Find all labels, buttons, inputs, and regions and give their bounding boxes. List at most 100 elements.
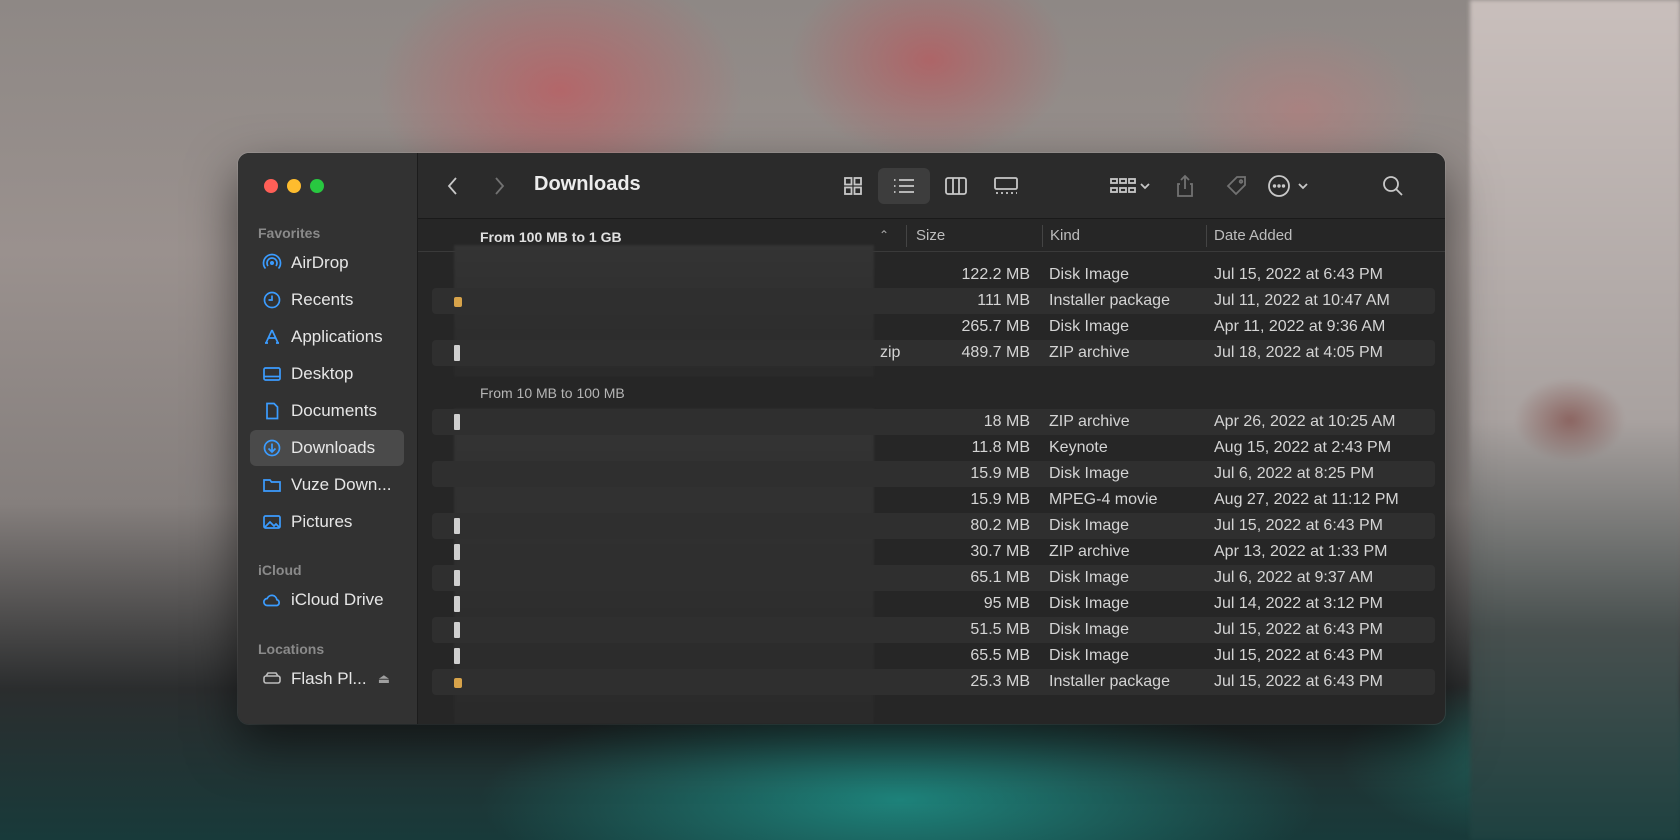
file-row[interactable]: zip 489.7 MB ZIP archive Jul 18, 2022 at… bbox=[432, 340, 1435, 366]
file-size: 25.3 MB bbox=[970, 673, 1030, 690]
zoom-window-button[interactable] bbox=[310, 179, 324, 193]
eject-icon[interactable]: ⏏ bbox=[378, 671, 390, 687]
sidebar-item-label: iCloud Drive bbox=[291, 590, 384, 609]
file-kind: Keynote bbox=[1049, 439, 1108, 456]
sidebar-item-flash-player[interactable]: Flash Pl... ⏏ bbox=[250, 661, 404, 697]
clock-icon bbox=[260, 290, 284, 310]
file-size: 15.9 MB bbox=[970, 465, 1030, 482]
file-size: 18 MB bbox=[983, 413, 1030, 430]
sidebar-item-label: Applications bbox=[291, 327, 383, 346]
icon-view-button[interactable] bbox=[836, 169, 870, 203]
sidebar-item-applications[interactable]: Applications bbox=[250, 319, 404, 355]
gallery-view-button[interactable] bbox=[988, 169, 1024, 203]
tag-button[interactable] bbox=[1222, 169, 1252, 203]
tag-icon bbox=[1226, 176, 1246, 196]
file-row[interactable]: 95 MB Disk Image Jul 14, 2022 at 3:12 PM bbox=[432, 591, 1435, 617]
cloud-icon bbox=[260, 590, 284, 610]
file-date: Aug 15, 2022 at 2:43 PM bbox=[1214, 439, 1392, 456]
file-kind: ZIP archive bbox=[1049, 344, 1130, 361]
file-date: Jul 14, 2022 at 3:12 PM bbox=[1214, 595, 1383, 612]
kind-column-header[interactable]: Kind bbox=[1050, 227, 1080, 244]
file-date: Jul 15, 2022 at 6:43 PM bbox=[1214, 647, 1383, 664]
file-date: Apr 11, 2022 at 9:36 AM bbox=[1214, 318, 1386, 335]
file-date: Jul 18, 2022 at 4:05 PM bbox=[1214, 344, 1383, 361]
sidebar-item-vuze-downloads[interactable]: Vuze Down... bbox=[250, 467, 404, 503]
airdrop-icon bbox=[260, 253, 284, 273]
sidebar-item-label: Pictures bbox=[291, 512, 353, 531]
file-row[interactable]: 122.2 MB Disk Image Jul 15, 2022 at 6:43… bbox=[432, 262, 1435, 288]
sidebar-item-label: Vuze Down... bbox=[291, 475, 392, 494]
file-size: 30.7 MB bbox=[970, 543, 1030, 560]
file-icon bbox=[454, 570, 460, 586]
column-view-button[interactable] bbox=[938, 169, 974, 203]
column-divider bbox=[1206, 225, 1207, 247]
sidebar-item-recents[interactable]: Recents bbox=[250, 282, 404, 318]
file-size: 95 MB bbox=[983, 595, 1030, 612]
columns-icon bbox=[945, 177, 967, 195]
file-row[interactable]: 15.9 MB MPEG-4 movie Aug 27, 2022 at 11:… bbox=[432, 487, 1435, 513]
file-row[interactable]: 15.9 MB Disk Image Jul 6, 2022 at 8:25 P… bbox=[432, 461, 1435, 487]
sidebar-item-label: Downloads bbox=[291, 438, 376, 457]
sidebar-item-airdrop[interactable]: AirDrop bbox=[250, 245, 404, 281]
sidebar-section-favorites: Favorites bbox=[258, 225, 321, 241]
file-row[interactable]: 65.5 MB Disk Image Jul 15, 2022 at 6:43 … bbox=[432, 643, 1435, 669]
minimize-window-button[interactable] bbox=[287, 179, 301, 193]
package-icon bbox=[454, 678, 462, 688]
forward-button[interactable] bbox=[486, 172, 512, 200]
file-row[interactable]: 51.5 MB Disk Image Jul 15, 2022 at 6:43 … bbox=[432, 617, 1435, 643]
file-date: Apr 13, 2022 at 1:33 PM bbox=[1214, 543, 1388, 560]
date-added-column-header[interactable]: Date Added bbox=[1214, 227, 1292, 244]
more-actions-button[interactable] bbox=[1264, 169, 1314, 203]
desktop-icon bbox=[260, 364, 284, 384]
file-icon bbox=[454, 544, 460, 560]
file-kind: ZIP archive bbox=[1049, 413, 1130, 430]
file-row[interactable]: 11.8 MB Keynote Aug 15, 2022 at 2:43 PM bbox=[432, 435, 1435, 461]
file-row[interactable]: 265.7 MB Disk Image Apr 11, 2022 at 9:36… bbox=[432, 314, 1435, 340]
sidebar-item-label: Desktop bbox=[291, 364, 354, 383]
sidebar-section-locations: Locations bbox=[258, 641, 325, 657]
search-button[interactable] bbox=[1378, 169, 1408, 203]
file-kind: ZIP archive bbox=[1049, 543, 1130, 560]
file-kind: MPEG-4 movie bbox=[1049, 491, 1158, 508]
file-kind: Disk Image bbox=[1049, 266, 1130, 283]
sidebar-item-documents[interactable]: Documents bbox=[250, 393, 404, 429]
gallery-icon bbox=[994, 177, 1018, 194]
package-icon bbox=[454, 297, 462, 307]
file-row[interactable]: 30.7 MB ZIP archive Apr 13, 2022 at 1:33… bbox=[432, 539, 1435, 565]
sidebar-item-icloud-drive[interactable]: iCloud Drive bbox=[250, 582, 404, 618]
file-row[interactable]: 18 MB ZIP archive Apr 26, 2022 at 10:25 … bbox=[432, 409, 1435, 435]
sidebar-item-desktop[interactable]: Desktop bbox=[250, 356, 404, 392]
finder-window: Favorites AirDrop Recents Applications D… bbox=[238, 153, 1445, 724]
search-icon bbox=[1383, 176, 1403, 196]
file-row[interactable]: 111 MB Installer package Jul 11, 2022 at… bbox=[432, 288, 1435, 314]
ellipsis-circle-icon bbox=[1268, 175, 1308, 197]
document-icon bbox=[260, 401, 284, 421]
sidebar-item-pictures[interactable]: Pictures bbox=[250, 504, 404, 540]
file-icon bbox=[454, 596, 460, 612]
back-button[interactable] bbox=[440, 172, 466, 200]
photo-icon bbox=[260, 512, 284, 532]
file-icon bbox=[454, 518, 460, 534]
file-date: Jul 6, 2022 at 8:25 PM bbox=[1214, 465, 1375, 482]
file-row[interactable]: 25.3 MB Installer package Jul 15, 2022 a… bbox=[432, 669, 1435, 695]
sort-chevron-icon[interactable]: ⌃ bbox=[879, 228, 889, 242]
sidebar-item-downloads[interactable]: Downloads bbox=[250, 430, 404, 466]
group-by-button[interactable] bbox=[1104, 169, 1156, 203]
share-button[interactable] bbox=[1170, 169, 1200, 203]
file-row[interactable]: 65.1 MB Disk Image Jul 6, 2022 at 9:37 A… bbox=[432, 565, 1435, 591]
file-size: 489.7 MB bbox=[961, 344, 1030, 361]
size-column-header[interactable]: Size bbox=[916, 227, 945, 244]
close-window-button[interactable] bbox=[264, 179, 278, 193]
list-view-button[interactable] bbox=[878, 168, 930, 204]
file-kind: Disk Image bbox=[1049, 569, 1130, 586]
file-date: Jul 15, 2022 at 6:43 PM bbox=[1214, 673, 1383, 690]
file-date: Jul 15, 2022 at 6:43 PM bbox=[1214, 266, 1383, 283]
grid-icon bbox=[844, 177, 862, 195]
chevron-left-icon bbox=[447, 177, 457, 195]
file-size: 65.5 MB bbox=[970, 647, 1030, 664]
sidebar-item-label: Recents bbox=[291, 290, 354, 309]
window-title: Downloads bbox=[534, 173, 641, 195]
file-size: 111 MB bbox=[977, 292, 1030, 309]
file-row[interactable]: 80.2 MB Disk Image Jul 15, 2022 at 6:43 … bbox=[432, 513, 1435, 539]
file-icon bbox=[454, 648, 460, 664]
